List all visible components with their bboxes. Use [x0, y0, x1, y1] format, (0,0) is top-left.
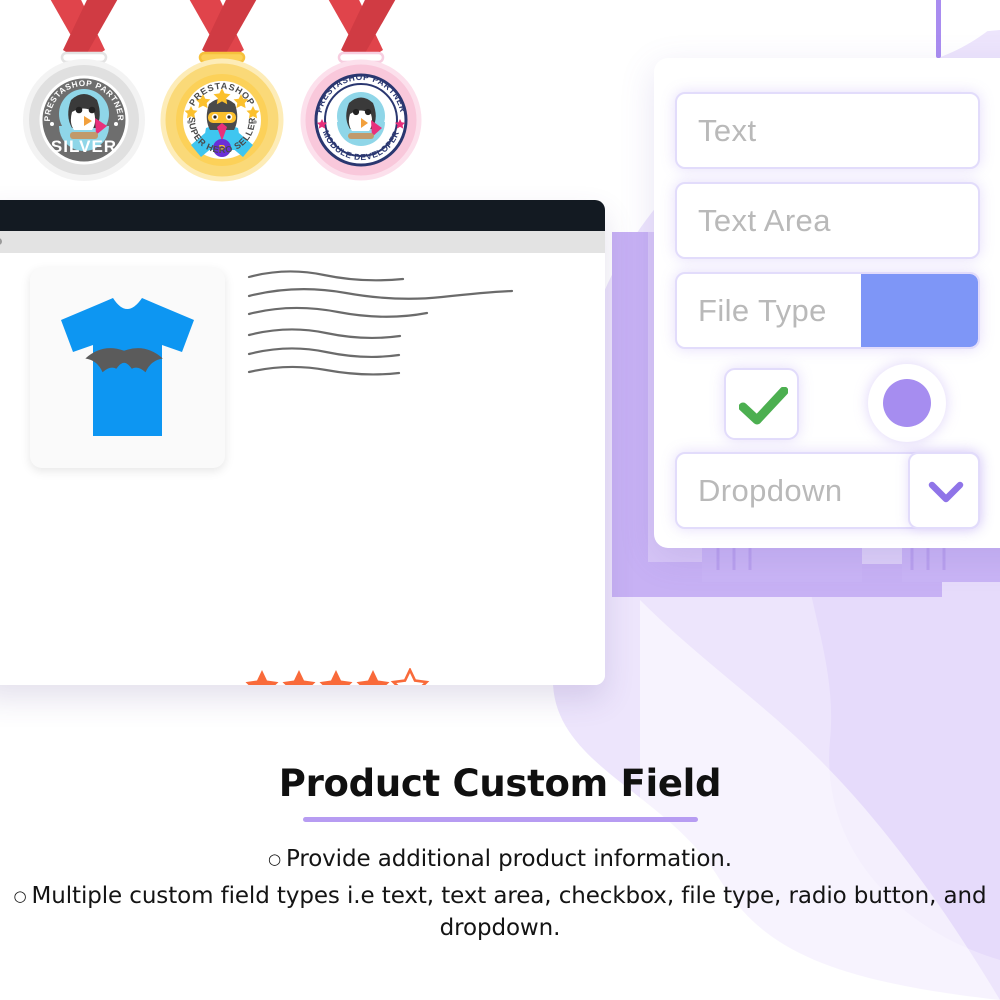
svg-text:SILVER: SILVER — [51, 137, 117, 156]
textarea-field-placeholder: Text Area — [698, 202, 831, 238]
custom-field-form-panel: Text Text Area File Type Dropdown — [654, 58, 1000, 548]
product-description-squiggles — [247, 270, 514, 376]
promo-banner: PRESTASHOP PARTNER SILVER P PRESTASHOP S… — [0, 0, 1000, 1000]
super-hero-seller-medal: P PRESTASHOP SUPER HERO SELLER — [160, 58, 284, 182]
textarea-field[interactable]: Text Area — [675, 182, 980, 259]
title-divider — [303, 817, 698, 822]
list-item: ○ Multiple custom field types i.e text, t… — [0, 880, 1000, 944]
browser-toolbar — [0, 231, 605, 253]
dropdown-field-placeholder: Dropdown — [698, 472, 843, 508]
page-title: Product Custom Field — [278, 762, 722, 805]
check-icon — [739, 387, 788, 425]
radio-field[interactable] — [868, 364, 946, 442]
bullet-text: Provide additional product information. — [285, 846, 732, 872]
tshirt-with-bat-logo-icon — [61, 298, 194, 436]
dropdown-toggle-button[interactable] — [908, 452, 980, 529]
text-field-placeholder: Text — [698, 112, 757, 148]
module-developer-medal: PRESTASHOP PARTNER MODULE DEVELOPER — [300, 59, 422, 181]
bullet-marker: ○ — [267, 850, 281, 868]
rating-stars — [245, 668, 430, 685]
checkbox-field[interactable] — [724, 368, 799, 440]
prestashop-award-medals: PRESTASHOP PARTNER SILVER P PRESTASHOP S… — [23, 0, 422, 182]
chevron-down-icon — [928, 481, 964, 503]
bullet-marker: ○ — [13, 887, 27, 905]
text-field[interactable]: Text — [675, 92, 980, 169]
product-image-card — [30, 268, 225, 468]
feature-bullets: ○ Provide additional product information.… — [0, 838, 1000, 949]
dropdown-field[interactable]: Dropdown — [675, 452, 980, 529]
file-browse-button[interactable] — [861, 274, 978, 347]
toolbar-pill — [0, 238, 2, 245]
list-item: ○ Provide additional product information. — [0, 843, 1000, 875]
file-field[interactable]: File Type — [675, 272, 980, 349]
browser-mockup — [0, 200, 605, 685]
silver-partner-medal: PRESTASHOP PARTNER SILVER — [23, 59, 145, 181]
file-field-placeholder: File Type — [698, 292, 827, 328]
purple-accent-line — [936, 0, 941, 58]
browser-titlebar — [0, 200, 605, 231]
radio-dot — [883, 379, 931, 427]
bullet-text: Multiple custom field types i.e text, te… — [31, 883, 987, 941]
browser-content — [0, 253, 605, 685]
